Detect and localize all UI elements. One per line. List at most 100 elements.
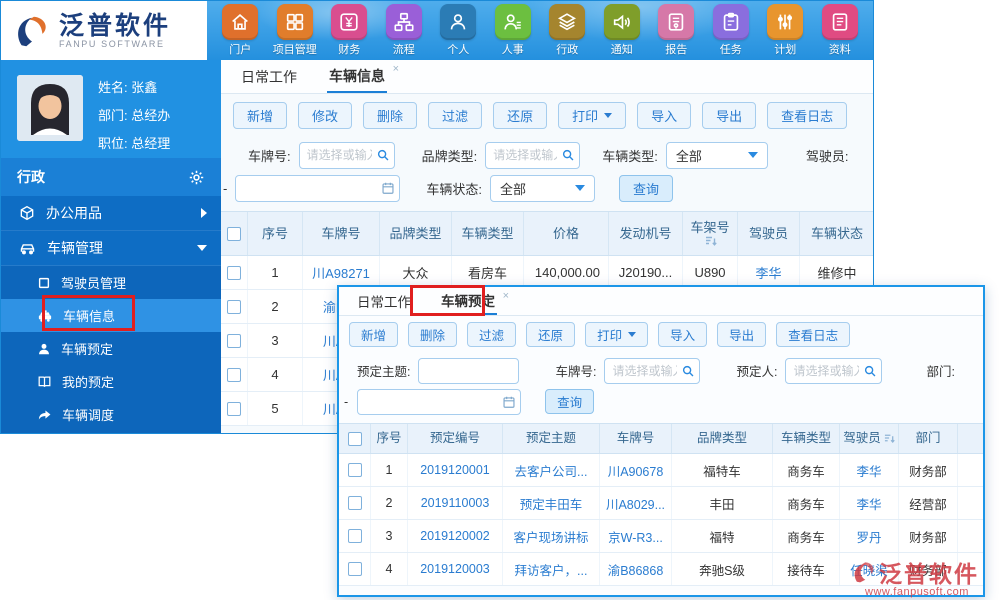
search-icon[interactable] [681,364,695,378]
filter-button[interactable]: 过滤 [467,322,516,347]
driver-link[interactable]: 李华 [856,461,881,480]
nav-projects[interactable]: 项目管理 [269,4,321,57]
restore-button[interactable]: 还原 [526,322,575,347]
row-checkbox[interactable] [227,334,241,348]
sidebar-item-office-supplies[interactable]: 办公用品 [1,196,221,231]
driver-link[interactable]: 任晓渠 [850,560,888,579]
booking-subject-link[interactable]: 拜访客户，... [515,560,588,579]
import-button[interactable]: 导入 [637,102,691,129]
main-filter-row-2: - 车辆状态: 全部 查询 [221,174,874,202]
row-checkbox[interactable] [227,300,241,314]
query-button[interactable]: 查询 [619,175,673,202]
vehicle-booking-window: 日常工作 车辆预定 × 新增 删除 过滤 还原 打印 导入 导出 查看日志 预定… [337,285,985,597]
close-tab-icon[interactable]: × [393,63,399,75]
booking-subject-link[interactable]: 去客户公司... [515,461,588,480]
row-checkbox[interactable] [227,368,241,382]
brand-filter-label: 品牌类型: [422,146,478,165]
date-to-input[interactable] [235,175,400,202]
close-tab-icon[interactable]: × [503,290,509,302]
booking-code-link[interactable]: 2019120002 [420,529,490,543]
search-icon[interactable] [863,364,877,378]
row-checkbox[interactable] [348,496,362,510]
add-button[interactable]: 新增 [349,322,398,347]
nav-finance[interactable]: 财务 [323,4,375,57]
overlay-filter-row-2: - 查询 [339,388,983,415]
tab-vehicle-info[interactable]: 车辆信息 × [327,60,387,93]
date-range-dash: - [223,181,227,196]
nav-plan[interactable]: 计划 [759,4,811,57]
subject-input[interactable] [418,358,519,384]
booking-subject-link[interactable]: 预定丰田车 [520,494,583,513]
driver-link[interactable]: 李华 [856,494,881,513]
export-button[interactable]: 导出 [717,322,766,347]
driver-link[interactable]: 罗丹 [856,527,881,546]
sort-icon[interactable] [884,433,895,444]
row-checkbox[interactable] [348,463,362,477]
restore-button[interactable]: 还原 [493,102,547,129]
delete-button[interactable]: 删除 [408,322,457,347]
booking-code-link[interactable]: 2019120001 [420,463,490,477]
brand-name: 泛普软件 [59,13,171,39]
driver-link[interactable]: 李华 [755,263,781,282]
sidebar-item-vehicle-booking[interactable]: 车辆预定 [1,332,221,365]
grid-icon [284,11,306,33]
date-to-input[interactable] [357,389,521,415]
document-icon [829,11,851,33]
select-all-checkbox[interactable] [227,227,241,241]
calendar-icon[interactable] [502,395,516,409]
nav-portal[interactable]: 门户 [214,4,266,57]
avatar [17,75,83,141]
subject-filter-label: 预定主题: [357,361,410,380]
search-icon[interactable] [561,148,575,162]
nav-tasks[interactable]: 任务 [705,4,757,57]
nav-flow[interactable]: 流程 [378,4,430,57]
sidebar-item-my-booking[interactable]: 我的预定 [1,365,221,398]
tab-daily-work[interactable]: 日常工作 [239,60,299,93]
status-select[interactable]: 全部 [490,175,595,202]
row-checkbox[interactable] [348,562,362,576]
plate-link[interactable]: 川A90678 [608,461,664,480]
plate-link[interactable]: 京W-R3... [608,527,663,546]
booking-code-link[interactable]: 2019110003 [421,496,490,510]
forward-arrow-icon [37,407,52,422]
nav-notice[interactable]: 通知 [596,4,648,57]
table-row: 4 2019120003 拜访客户，... 渝B86868 奔驰S级 接待车 任… [339,553,983,586]
nav-report[interactable]: 报告 [650,4,702,57]
sidebar-section-admin[interactable]: 行政 [1,158,221,196]
row-checkbox[interactable] [348,529,362,543]
print-button[interactable]: 打印 [585,322,648,347]
plate-link[interactable]: 川A8029... [606,494,665,513]
add-button[interactable]: 新增 [233,102,287,129]
query-button[interactable]: 查询 [545,389,594,414]
row-checkbox[interactable] [227,402,241,416]
sidebar-item-vehicle-dispatch[interactable]: 车辆调度 [1,398,221,431]
table-row: 2 2019110003 预定丰田车 川A8029... 丰田 商务车 李华 经… [339,487,983,520]
nav-hr[interactable]: 人事 [487,4,539,57]
plate-link[interactable]: 渝B86868 [608,560,664,579]
import-button[interactable]: 导入 [658,322,707,347]
select-all-checkbox[interactable] [348,432,362,446]
print-button[interactable]: 打印 [558,102,626,129]
view-log-button[interactable]: 查看日志 [776,322,850,347]
export-button[interactable]: 导出 [702,102,756,129]
booking-code-link[interactable]: 2019120003 [420,562,490,576]
dept-filter-label: 部门: [926,361,954,380]
filter-button[interactable]: 过滤 [428,102,482,129]
view-log-button[interactable]: 查看日志 [767,102,847,129]
main-filter-row-1: 车牌号: 品牌类型: 车辆类型: 全部 驾驶员: [221,141,874,169]
delete-button[interactable]: 删除 [363,102,417,129]
sidebar-item-vehicle-management[interactable]: 车辆管理 [1,231,221,266]
tab-daily-work[interactable]: 日常工作 [355,287,413,315]
calendar-icon[interactable] [381,181,395,195]
booking-subject-link[interactable]: 客户现场讲标 [513,527,588,546]
nav-personal[interactable]: 个人 [432,4,484,57]
search-icon[interactable] [376,148,390,162]
gear-icon[interactable] [188,169,205,186]
nav-docs[interactable]: 资料 [814,4,866,57]
plate-link[interactable]: 川A98271 [312,263,370,282]
sort-icon[interactable] [705,235,717,247]
vtype-select[interactable]: 全部 [666,142,768,169]
nav-admin[interactable]: 行政 [541,4,593,57]
row-checkbox[interactable] [227,266,241,280]
edit-button[interactable]: 修改 [298,102,352,129]
